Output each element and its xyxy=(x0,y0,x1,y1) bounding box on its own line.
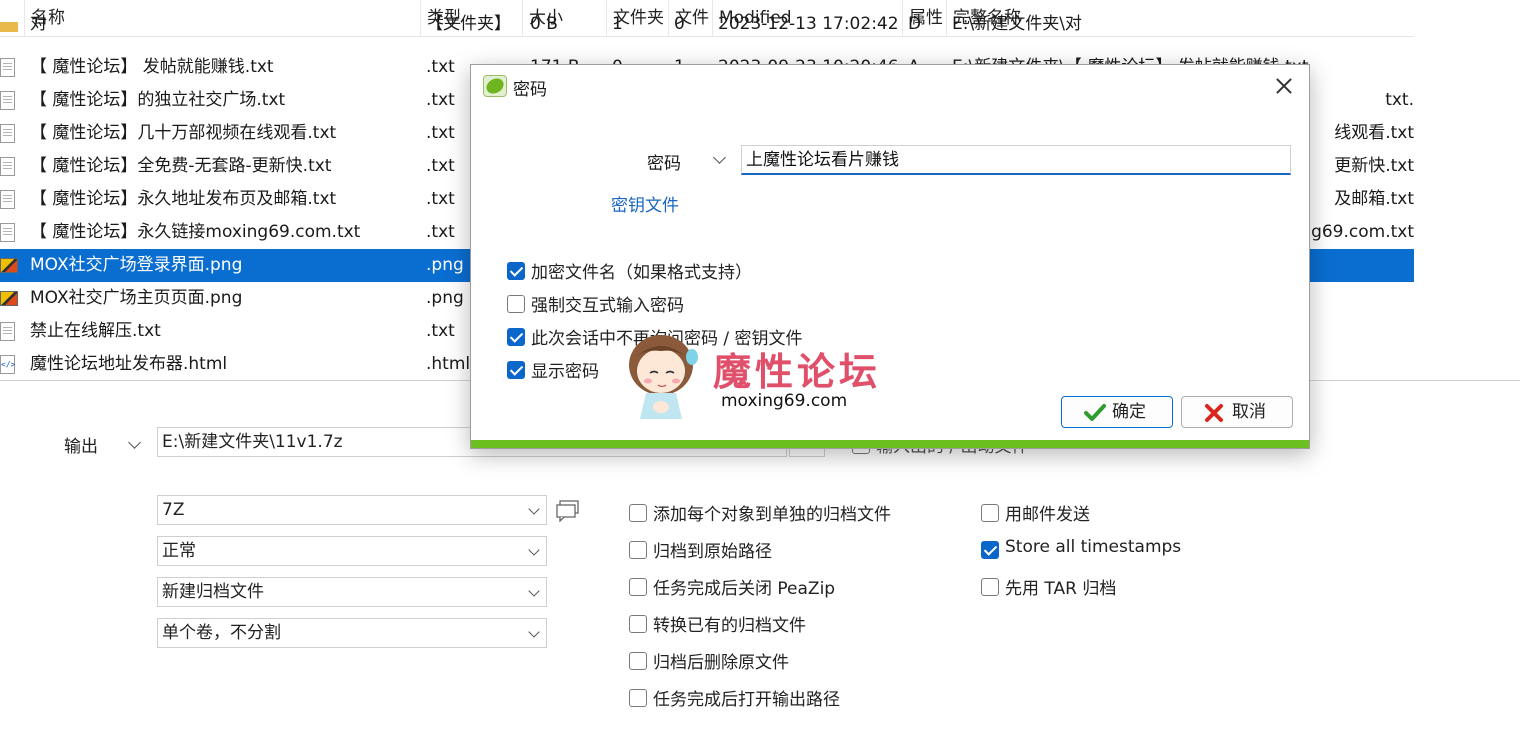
volume-split-select[interactable]: 单个卷，不分割 xyxy=(157,618,547,648)
mascot-illustration xyxy=(616,327,706,427)
cancel-button[interactable]: 取消 xyxy=(1181,396,1293,428)
archive-option-checkbox[interactable] xyxy=(629,541,647,559)
archive-mode-select[interactable]: 新建归档文件 xyxy=(157,577,547,607)
text-file-icon xyxy=(0,124,15,143)
volume-split-value: 单个卷，不分割 xyxy=(162,623,281,643)
peazip-logo-icon xyxy=(483,75,507,97)
close-icon[interactable] xyxy=(1269,71,1299,101)
archive-option-label[interactable]: 任务完成后打开输出路径 xyxy=(653,685,840,710)
text-file-icon xyxy=(0,157,15,176)
password-option-checkbox[interactable] xyxy=(507,361,525,379)
compression-level-select[interactable]: 正常 xyxy=(157,536,547,566)
file-folders-cell: 1 xyxy=(612,14,623,34)
table-row[interactable]: 对 【文件夹】 0 B 1 0 2023-12-13 17:02:42 D E:\新建文件夹\… xyxy=(0,14,1414,42)
file-name-cell: 【 魔性论坛】 发帖就能赚钱.txt xyxy=(30,57,274,77)
file-name-cell: 禁止在线解压.txt xyxy=(30,321,161,341)
password-option-checkbox[interactable] xyxy=(507,262,525,280)
text-file-icon xyxy=(0,223,15,242)
archive-mode-value: 新建归档文件 xyxy=(162,582,264,602)
password-mode-chevron-icon[interactable] xyxy=(713,151,726,164)
archive-option-checkbox[interactable] xyxy=(629,689,647,707)
ok-button[interactable]: 确定 xyxy=(1061,396,1173,428)
file-size-cell: 0 B xyxy=(530,14,558,34)
comment-icon[interactable] xyxy=(556,500,579,523)
format-select-value: 7Z xyxy=(162,500,185,520)
archive-option-checkbox[interactable] xyxy=(629,504,647,522)
html-file-icon: </> xyxy=(0,355,15,374)
dialog-titlebar: 密码 xyxy=(471,65,1309,109)
file-name-cell: 【 魔性论坛】全免费-无套路-更新快.txt xyxy=(30,156,332,176)
output-path-value: E:\新建文件夹\11v1.7z xyxy=(162,432,343,452)
output-label: 输出 xyxy=(64,437,98,457)
file-count-cell: 0 xyxy=(674,14,685,34)
dialog-accent-bar xyxy=(471,440,1309,448)
x-icon xyxy=(1205,404,1223,422)
password-option-checkbox[interactable] xyxy=(507,295,525,313)
password-option-label[interactable]: 加密文件名（如果格式支持） xyxy=(531,258,752,283)
file-name-cell: 【 魔性论坛】永久链接moxing69.com.txt xyxy=(30,222,361,242)
extra-option-label[interactable]: 先用 TAR 归档 xyxy=(1005,574,1116,599)
archive-option-label[interactable]: 转换已有的归档文件 xyxy=(653,611,806,636)
password-option-label[interactable]: 强制交互式输入密码 xyxy=(531,291,684,316)
format-select[interactable]: 7Z xyxy=(157,495,547,525)
archive-option-checkbox[interactable] xyxy=(629,652,647,670)
image-file-icon xyxy=(0,258,18,273)
extra-option-checkbox[interactable] xyxy=(981,541,999,559)
archive-option-checkbox[interactable] xyxy=(629,578,647,596)
file-name-cell: MOX社交广场主页页面.png xyxy=(30,288,243,308)
archive-option-label[interactable]: 任务完成后关闭 PeaZip xyxy=(653,574,835,599)
file-type-cell: 【文件夹】 xyxy=(426,14,511,34)
file-name-cell: 对 xyxy=(30,14,47,34)
password-label: 密码 xyxy=(647,154,681,174)
ok-button-label: 确定 xyxy=(1112,402,1146,422)
file-name-cell: 魔性论坛地址发布器.html xyxy=(30,354,228,374)
compression-level-value: 正常 xyxy=(162,541,196,561)
file-attributes-cell: D xyxy=(908,14,922,34)
text-file-icon xyxy=(0,190,15,209)
extra-option-checkbox[interactable] xyxy=(981,504,999,522)
password-option-label[interactable]: 显示密码 xyxy=(531,357,599,382)
file-name-cell: MOX社交广场登录界面.png xyxy=(30,255,243,275)
dialog-title: 密码 xyxy=(513,80,547,100)
watermark-url: moxing69.com xyxy=(721,391,848,411)
archive-option-label[interactable]: 归档后删除原文件 xyxy=(653,648,789,673)
archive-option-label[interactable]: 添加每个对象到单独的归档文件 xyxy=(653,500,891,525)
file-fullname-cell: E:\新建文件夹\对 xyxy=(952,14,1082,34)
archive-option-checkbox[interactable] xyxy=(629,615,647,633)
chevron-down-icon xyxy=(528,544,540,556)
extra-option-checkbox[interactable] xyxy=(981,578,999,596)
watermark-text: 魔性论坛 xyxy=(713,349,882,394)
password-input[interactable]: 上魔性论坛看片赚钱 xyxy=(741,145,1291,175)
folder-icon xyxy=(0,22,18,32)
text-file-icon xyxy=(0,58,15,77)
chevron-down-icon xyxy=(528,503,540,515)
output-dropdown-chevron-icon[interactable] xyxy=(128,436,141,449)
file-name-cell: 【 魔性论坛】永久地址发布页及邮箱.txt xyxy=(30,189,337,209)
password-input-value: 上魔性论坛看片赚钱 xyxy=(746,150,899,170)
file-modified-cell: 2023-12-13 17:02:42 xyxy=(718,14,899,34)
extra-option-label[interactable]: 用邮件发送 xyxy=(1005,500,1090,525)
keyfile-link[interactable]: 密钥文件 xyxy=(611,191,679,216)
text-file-icon xyxy=(0,91,15,110)
text-file-icon xyxy=(0,322,15,341)
extra-option-label[interactable]: Store all timestamps xyxy=(1005,537,1181,557)
check-icon xyxy=(1084,404,1106,421)
chevron-down-icon xyxy=(528,585,540,597)
file-name-cell: 【 魔性论坛】的独立社交广场.txt xyxy=(30,90,286,110)
cancel-button-label: 取消 xyxy=(1232,402,1266,422)
chevron-down-icon xyxy=(528,626,540,638)
password-dialog: 密码 密码 上魔性论坛看片赚钱 密钥文件 加密文件名（如果格式支持） 强制交互式输… xyxy=(470,64,1310,449)
file-name-cell: 【 魔性论坛】几十万部视频在线观看.txt xyxy=(30,123,337,143)
password-option-checkbox[interactable] xyxy=(507,328,525,346)
archive-option-label[interactable]: 归档到原始路径 xyxy=(653,537,772,562)
image-file-icon xyxy=(0,291,18,306)
